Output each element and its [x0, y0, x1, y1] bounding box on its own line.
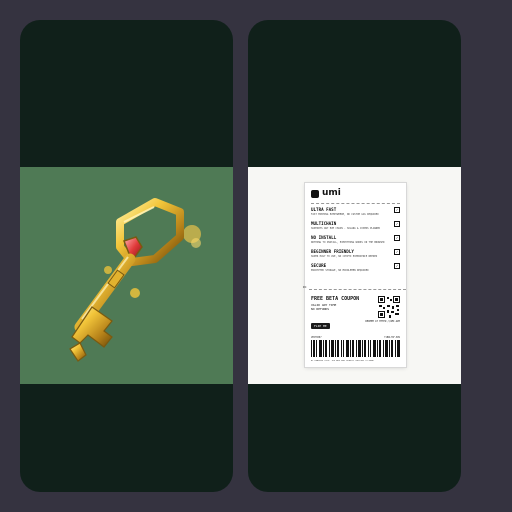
feature-title: MULTICHAIN: [311, 221, 337, 226]
receipt-footer: BY READING THIS, YOU ARE NOW LEGALLY OBL…: [311, 360, 374, 362]
feature-desc: SUPPORTS ANY EVM CHAIN - SOLANA & COSMOS…: [311, 227, 381, 230]
feature-desc: ENCRYPTED STORAGE, NO MIDDLEMEN REQUIRED: [311, 269, 369, 272]
receipt-card[interactable]: umi ULTRA FAST ✓ FAST MINTING EVERYWHERE…: [248, 20, 461, 492]
key-card-image: [20, 167, 233, 384]
umi-logo: umi: [311, 189, 341, 198]
barcode-icon: [311, 340, 400, 357]
key-card[interactable]: [20, 20, 233, 492]
coupon-refunds: NO REFUNDS: [311, 307, 330, 311]
cut-divider: [309, 289, 406, 290]
feature-row: SECURE ✓ ENCRYPTED STORAGE, NO MIDDLEMEN…: [311, 263, 400, 275]
checkbox-icon: ✓: [394, 235, 400, 241]
checkbox-icon: ✓: [394, 263, 400, 269]
feature-row: ULTRA FAST ✓ FAST MINTING EVERYWHERE, NO…: [311, 207, 400, 219]
receipt-card-image: umi ULTRA FAST ✓ FAST MINTING EVERYWHERE…: [248, 167, 461, 384]
feature-row: BEGINNER FRIENDLY ✓ SUPER EASY TO USE, N…: [311, 249, 400, 261]
receipt: umi ULTRA FAST ✓ FAST MINTING EVERYWHERE…: [303, 183, 406, 367]
feature-title: ULTRA FAST: [311, 207, 337, 212]
cut-line: ✂: [303, 284, 406, 292]
feature-desc: FAST MINTING EVERYWHERE, NO CUSTOM GAS R…: [311, 213, 379, 216]
umi-logo-icon: [311, 189, 319, 198]
golden-key-illustration: [69, 198, 201, 362]
redeem-text: REDEEM AT HTTPS://UMI.APP: [365, 320, 400, 323]
feature-title: SECURE: [311, 263, 327, 268]
qr-code-icon: [378, 296, 400, 318]
feature-title: NO INSTALL: [311, 235, 337, 240]
feature-desc: SUPER EASY TO USE, NO CRYPTO EXPERIENCE …: [311, 255, 378, 258]
receipt-id: UMIT0087: [311, 336, 322, 339]
checkbox-icon: ✓: [394, 221, 400, 227]
feature-desc: NOTHING TO INSTALL, EVERYTHING WORKS IN …: [311, 241, 385, 244]
checkbox-icon: ✓: [394, 249, 400, 255]
divider: [311, 203, 400, 204]
flip-me-button[interactable]: FLIP ME: [311, 323, 330, 329]
feature-row: MULTICHAIN ✓ SUPPORTS ANY EVM CHAIN - SO…: [311, 221, 400, 233]
feature-row: NO INSTALL ✓ NOTHING TO INSTALL, EVERYTH…: [311, 235, 400, 247]
receipt-code: T1BRL76F-889: [384, 336, 400, 339]
scissors-icon: ✂: [303, 284, 307, 291]
coupon-title: FREE BETA COUPON: [311, 296, 360, 302]
feature-title: BEGINNER FRIENDLY: [311, 249, 354, 254]
checkbox-icon: ✓: [394, 207, 400, 213]
brand-name: umi: [322, 188, 341, 198]
